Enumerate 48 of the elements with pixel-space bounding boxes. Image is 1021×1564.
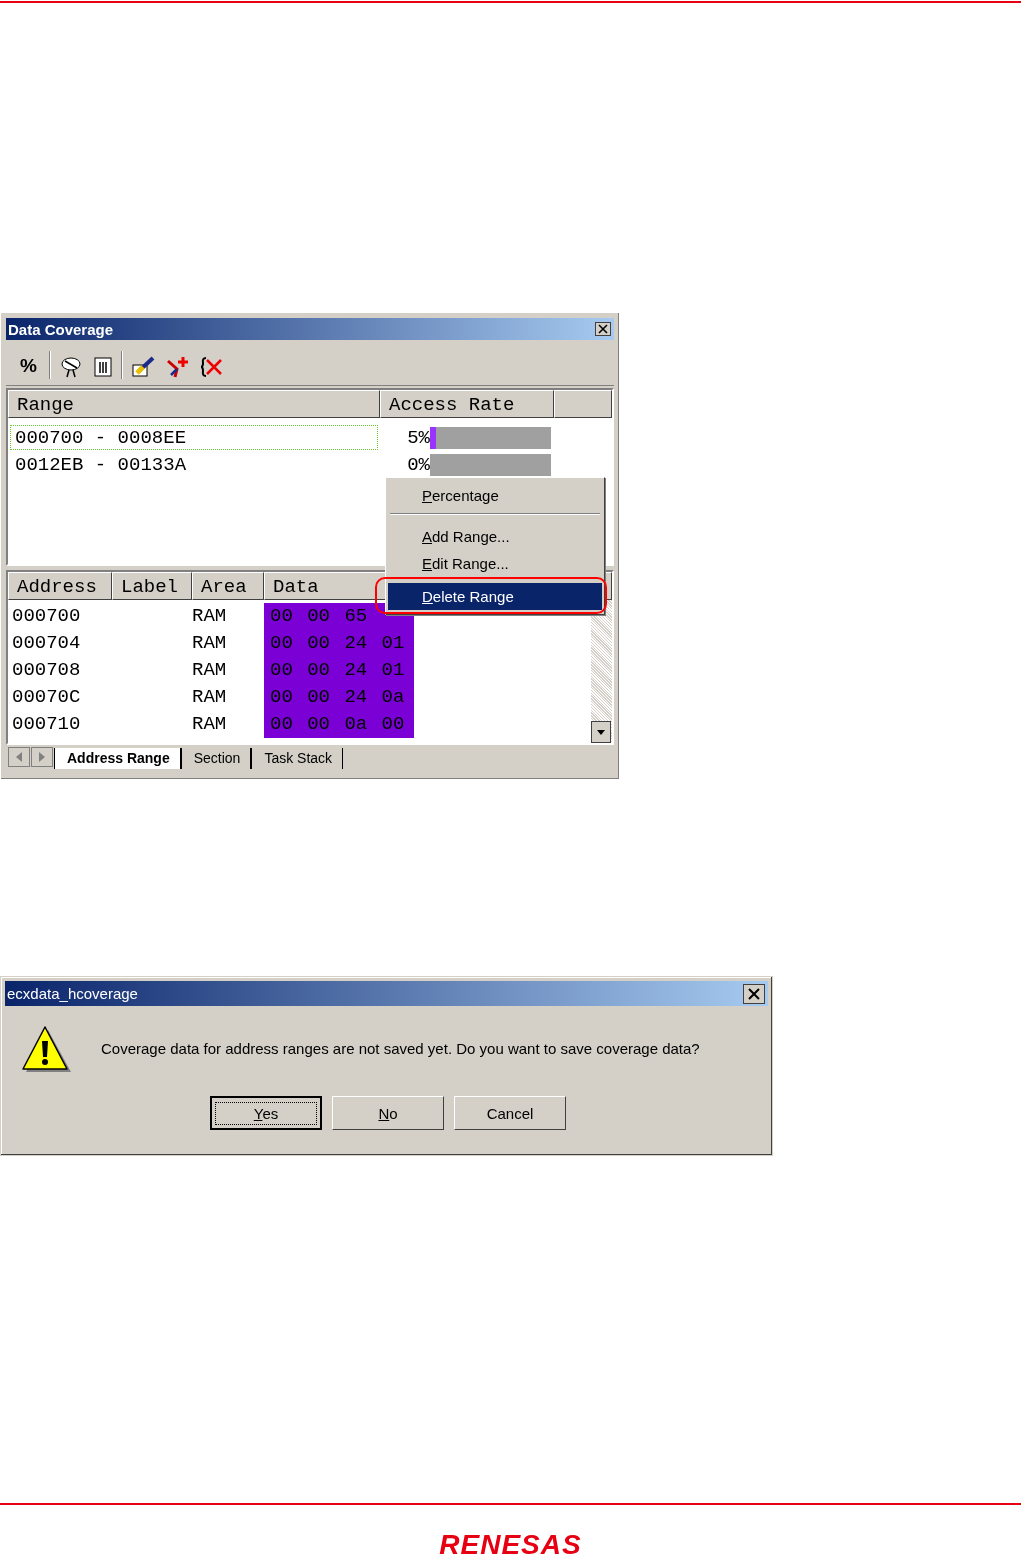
dialog-button[interactable]: No	[332, 1096, 444, 1130]
dialog-message: Coverage data for address ranges are not saved yet. Do you want to save coverage data?	[101, 1039, 700, 1057]
column-header[interactable]: Address	[8, 572, 112, 600]
menu-item[interactable]: Percentage	[388, 482, 602, 509]
column-header[interactable]	[554, 390, 612, 418]
address-cell-text: 00070C	[11, 685, 82, 710]
area-cell-text: RAM	[192, 604, 228, 629]
warning-icon	[21, 1026, 73, 1074]
tab[interactable]: Section	[180, 748, 252, 769]
window-title: Data Coverage	[8, 320, 114, 338]
brush-icon[interactable]	[130, 355, 157, 379]
range-cell[interactable]: 0012EB - 00133A	[10, 452, 378, 477]
menu-item[interactable]: Delete Range	[388, 583, 602, 610]
logo: RENESAS	[439, 1529, 582, 1561]
column-header[interactable]: Access Rate	[380, 390, 554, 418]
menu-item[interactable]: Edit Range...	[388, 550, 602, 577]
menu-item[interactable]: Add Range...	[388, 523, 602, 550]
data-cell: 00 00 65	[264, 603, 414, 630]
address-cell-text: 000700	[11, 604, 82, 629]
dialog-button[interactable]: Cancel	[454, 1096, 566, 1130]
close-icon[interactable]	[595, 322, 611, 336]
data-cell: 00 00 24 01	[264, 657, 414, 684]
address-cell-text: 000704	[11, 631, 82, 656]
data-cell: 00 00 0a 00	[264, 711, 414, 738]
dialog-button[interactable]: Yes	[210, 1096, 322, 1130]
scrollbar[interactable]	[591, 600, 612, 743]
address-cell-text: 000708	[11, 658, 82, 683]
tab[interactable]: Address Range	[54, 748, 181, 769]
address-cell-text: 000710	[11, 712, 82, 737]
column-header[interactable]: Area	[192, 572, 264, 600]
rate-text: 5%	[406, 426, 430, 449]
columns-icon[interactable]	[92, 355, 113, 379]
range-cell[interactable]: 000700 - 0008EE	[10, 425, 378, 450]
area-cell-text: RAM	[192, 631, 228, 656]
column-header[interactable]: Label	[112, 572, 192, 600]
percentage-button[interactable]: %	[16, 353, 41, 379]
close-icon[interactable]	[743, 983, 765, 1004]
tab[interactable]: Task Stack	[251, 748, 344, 769]
column-header[interactable]: Range	[8, 390, 380, 418]
area-cell-text: RAM	[192, 712, 228, 737]
area-cell-text: RAM	[192, 685, 228, 710]
data-cell: 00 00 24 0a	[264, 684, 414, 711]
dialog-title: ecxdata_hcoverage	[7, 985, 138, 1002]
add-icon[interactable]	[164, 355, 191, 379]
area-cell-text: RAM	[192, 658, 228, 683]
delete-icon[interactable]	[198, 355, 225, 379]
data-cell: 00 00 24 01	[264, 630, 414, 657]
rate-text: 0%	[406, 453, 430, 476]
